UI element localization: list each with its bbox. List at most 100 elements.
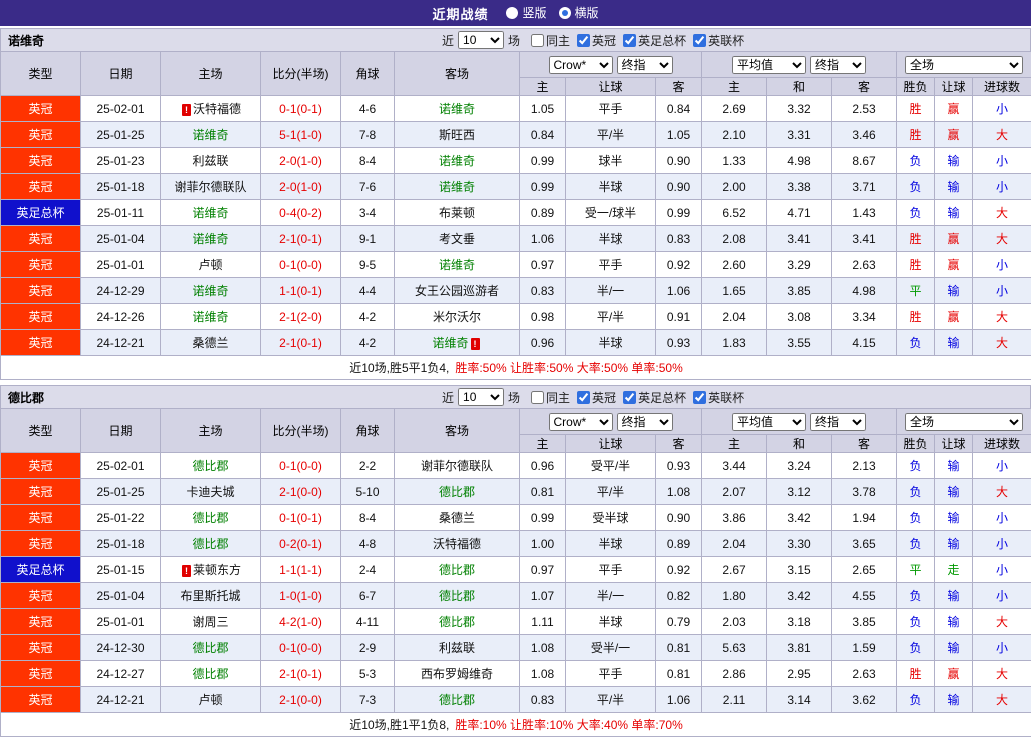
- filter-option[interactable]: 英足总杯: [623, 389, 686, 406]
- result-goals-cell: 大: [973, 304, 1031, 330]
- avg-draw-cell: 3.12: [767, 479, 832, 505]
- team-link: 德比郡: [439, 485, 475, 499]
- filter-checkbox[interactable]: [693, 34, 706, 47]
- alert-icon[interactable]: !: [182, 104, 191, 116]
- radio-icon[interactable]: [506, 7, 518, 19]
- handicap-cell: 受平/半: [566, 453, 656, 479]
- score-cell: 0-4(0-2): [261, 200, 341, 226]
- odds-home-cell: 1.11: [520, 609, 566, 635]
- handicap-cell: 平/半: [566, 122, 656, 148]
- alert-icon[interactable]: !: [471, 338, 480, 350]
- match-count-select[interactable]: 10: [458, 388, 504, 406]
- away-team-cell: 利兹联: [395, 635, 520, 661]
- result-goals-cell: 大: [973, 200, 1031, 226]
- result-handicap-cell: 输: [935, 531, 973, 557]
- team-link: 桑德兰: [192, 336, 228, 350]
- filter-option[interactable]: 同主: [531, 32, 570, 49]
- team-link: 诺维奇: [192, 310, 228, 324]
- type-cell: 英冠: [1, 96, 81, 122]
- avg-draw-cell: 3.41: [767, 226, 832, 252]
- team-link: 谢菲尔德联队: [174, 180, 246, 194]
- sub-column-header: 胜负: [897, 78, 935, 96]
- away-team-cell: 谢菲尔德联队: [395, 453, 520, 479]
- topbar: 近期战绩 竖版横版: [0, 0, 1031, 28]
- filter-checkbox[interactable]: [693, 391, 706, 404]
- summary-rates: 胜率:50% 让胜率:50% 大率:50% 单率:50%: [455, 361, 682, 375]
- corners-cell: 2-2: [341, 453, 395, 479]
- odds-home-cell: 0.98: [520, 304, 566, 330]
- avg-away-cell: 4.98: [832, 278, 897, 304]
- average-select[interactable]: 平均值: [732, 56, 806, 74]
- average-select[interactable]: 平均值: [732, 413, 806, 431]
- match-count-select[interactable]: 10: [458, 31, 504, 49]
- filter-checkbox[interactable]: [531, 391, 544, 404]
- home-team-cell: 卡迪夫城: [161, 479, 261, 505]
- filter-checkbox[interactable]: [623, 34, 636, 47]
- final-odds-select-2[interactable]: 终指: [810, 413, 866, 431]
- unit-label: 场: [508, 32, 520, 49]
- odds-home-cell: 1.08: [520, 635, 566, 661]
- final-odds-select[interactable]: 终指: [617, 413, 673, 431]
- odds-away-cell: 0.84: [656, 96, 702, 122]
- type-cell: 英冠: [1, 122, 81, 148]
- final-odds-select-2[interactable]: 终指: [810, 56, 866, 74]
- filter-checkbox[interactable]: [577, 391, 590, 404]
- column-header-date: 日期: [81, 409, 161, 453]
- avg-home-cell: 5.63: [702, 635, 767, 661]
- filter-option[interactable]: 同主: [531, 389, 570, 406]
- radio-selected-icon[interactable]: [559, 7, 571, 19]
- filter-checkbox[interactable]: [577, 34, 590, 47]
- final-odds-select[interactable]: 终指: [617, 56, 673, 74]
- avg-away-cell: 3.41: [832, 226, 897, 252]
- filter-option[interactable]: 英冠: [577, 389, 616, 406]
- odds-home-cell: 0.99: [520, 148, 566, 174]
- corners-cell: 8-4: [341, 505, 395, 531]
- layout-radio-option[interactable]: 竖版: [506, 4, 546, 21]
- avg-away-cell: 3.65: [832, 531, 897, 557]
- full-match-select[interactable]: 全场: [905, 413, 1023, 431]
- corners-cell: 4-11: [341, 609, 395, 635]
- result-handicap-cell: 输: [935, 278, 973, 304]
- date-cell: 25-01-25: [81, 479, 161, 505]
- team-link: 卡迪夫城: [186, 485, 234, 499]
- away-team-cell: 诺维奇: [395, 252, 520, 278]
- filter-checkbox[interactable]: [531, 34, 544, 47]
- result-goals-cell: 小: [973, 174, 1031, 200]
- result-wdl-cell: 负: [897, 174, 935, 200]
- handicap-cell: 半球: [566, 174, 656, 200]
- sub-column-header: 让球: [566, 435, 656, 453]
- filter-checkbox[interactable]: [623, 391, 636, 404]
- team-link: 女王公园巡游者: [415, 284, 499, 298]
- result-wdl-cell: 负: [897, 148, 935, 174]
- odds-away-cell: 0.90: [656, 174, 702, 200]
- handicap-cell: 半球: [566, 226, 656, 252]
- filter-option[interactable]: 英足总杯: [623, 32, 686, 49]
- result-goals-cell: 大: [973, 122, 1031, 148]
- avg-draw-cell: 3.85: [767, 278, 832, 304]
- match-row: 英冠25-01-01卢顿0-1(0-0)9-5诺维奇0.97平手0.922.60…: [1, 252, 1031, 278]
- date-cell: 25-01-01: [81, 609, 161, 635]
- away-team-cell: 诺维奇: [395, 174, 520, 200]
- filter-option[interactable]: 英冠: [577, 32, 616, 49]
- alert-icon[interactable]: !: [182, 565, 191, 577]
- result-wdl-cell: 负: [897, 583, 935, 609]
- match-row: 英冠24-12-30德比郡0-1(0-0)2-9利兹联1.08受半/一0.815…: [1, 635, 1031, 661]
- away-team-cell: 德比郡: [395, 583, 520, 609]
- team-link: 谢周三: [192, 615, 228, 629]
- type-cell: 英冠: [1, 453, 81, 479]
- team-link: 卢顿: [198, 258, 222, 272]
- result-wdl-cell: 负: [897, 453, 935, 479]
- odds-away-cell: 0.90: [656, 505, 702, 531]
- odds-away-cell: 0.79: [656, 609, 702, 635]
- odds-company-select[interactable]: Crow*: [549, 413, 613, 431]
- date-cell: 25-01-25: [81, 122, 161, 148]
- filter-option[interactable]: 英联杯: [693, 32, 744, 49]
- filter-option[interactable]: 英联杯: [693, 389, 744, 406]
- odds-company-select[interactable]: Crow*: [549, 56, 613, 74]
- full-match-select[interactable]: 全场: [905, 56, 1023, 74]
- layout-radio-option[interactable]: 横版: [559, 4, 599, 21]
- team-link: 诺维奇: [432, 336, 468, 350]
- home-team-cell: 德比郡: [161, 505, 261, 531]
- team-link: 诺维奇: [192, 128, 228, 142]
- sub-column-header: 让球: [935, 78, 973, 96]
